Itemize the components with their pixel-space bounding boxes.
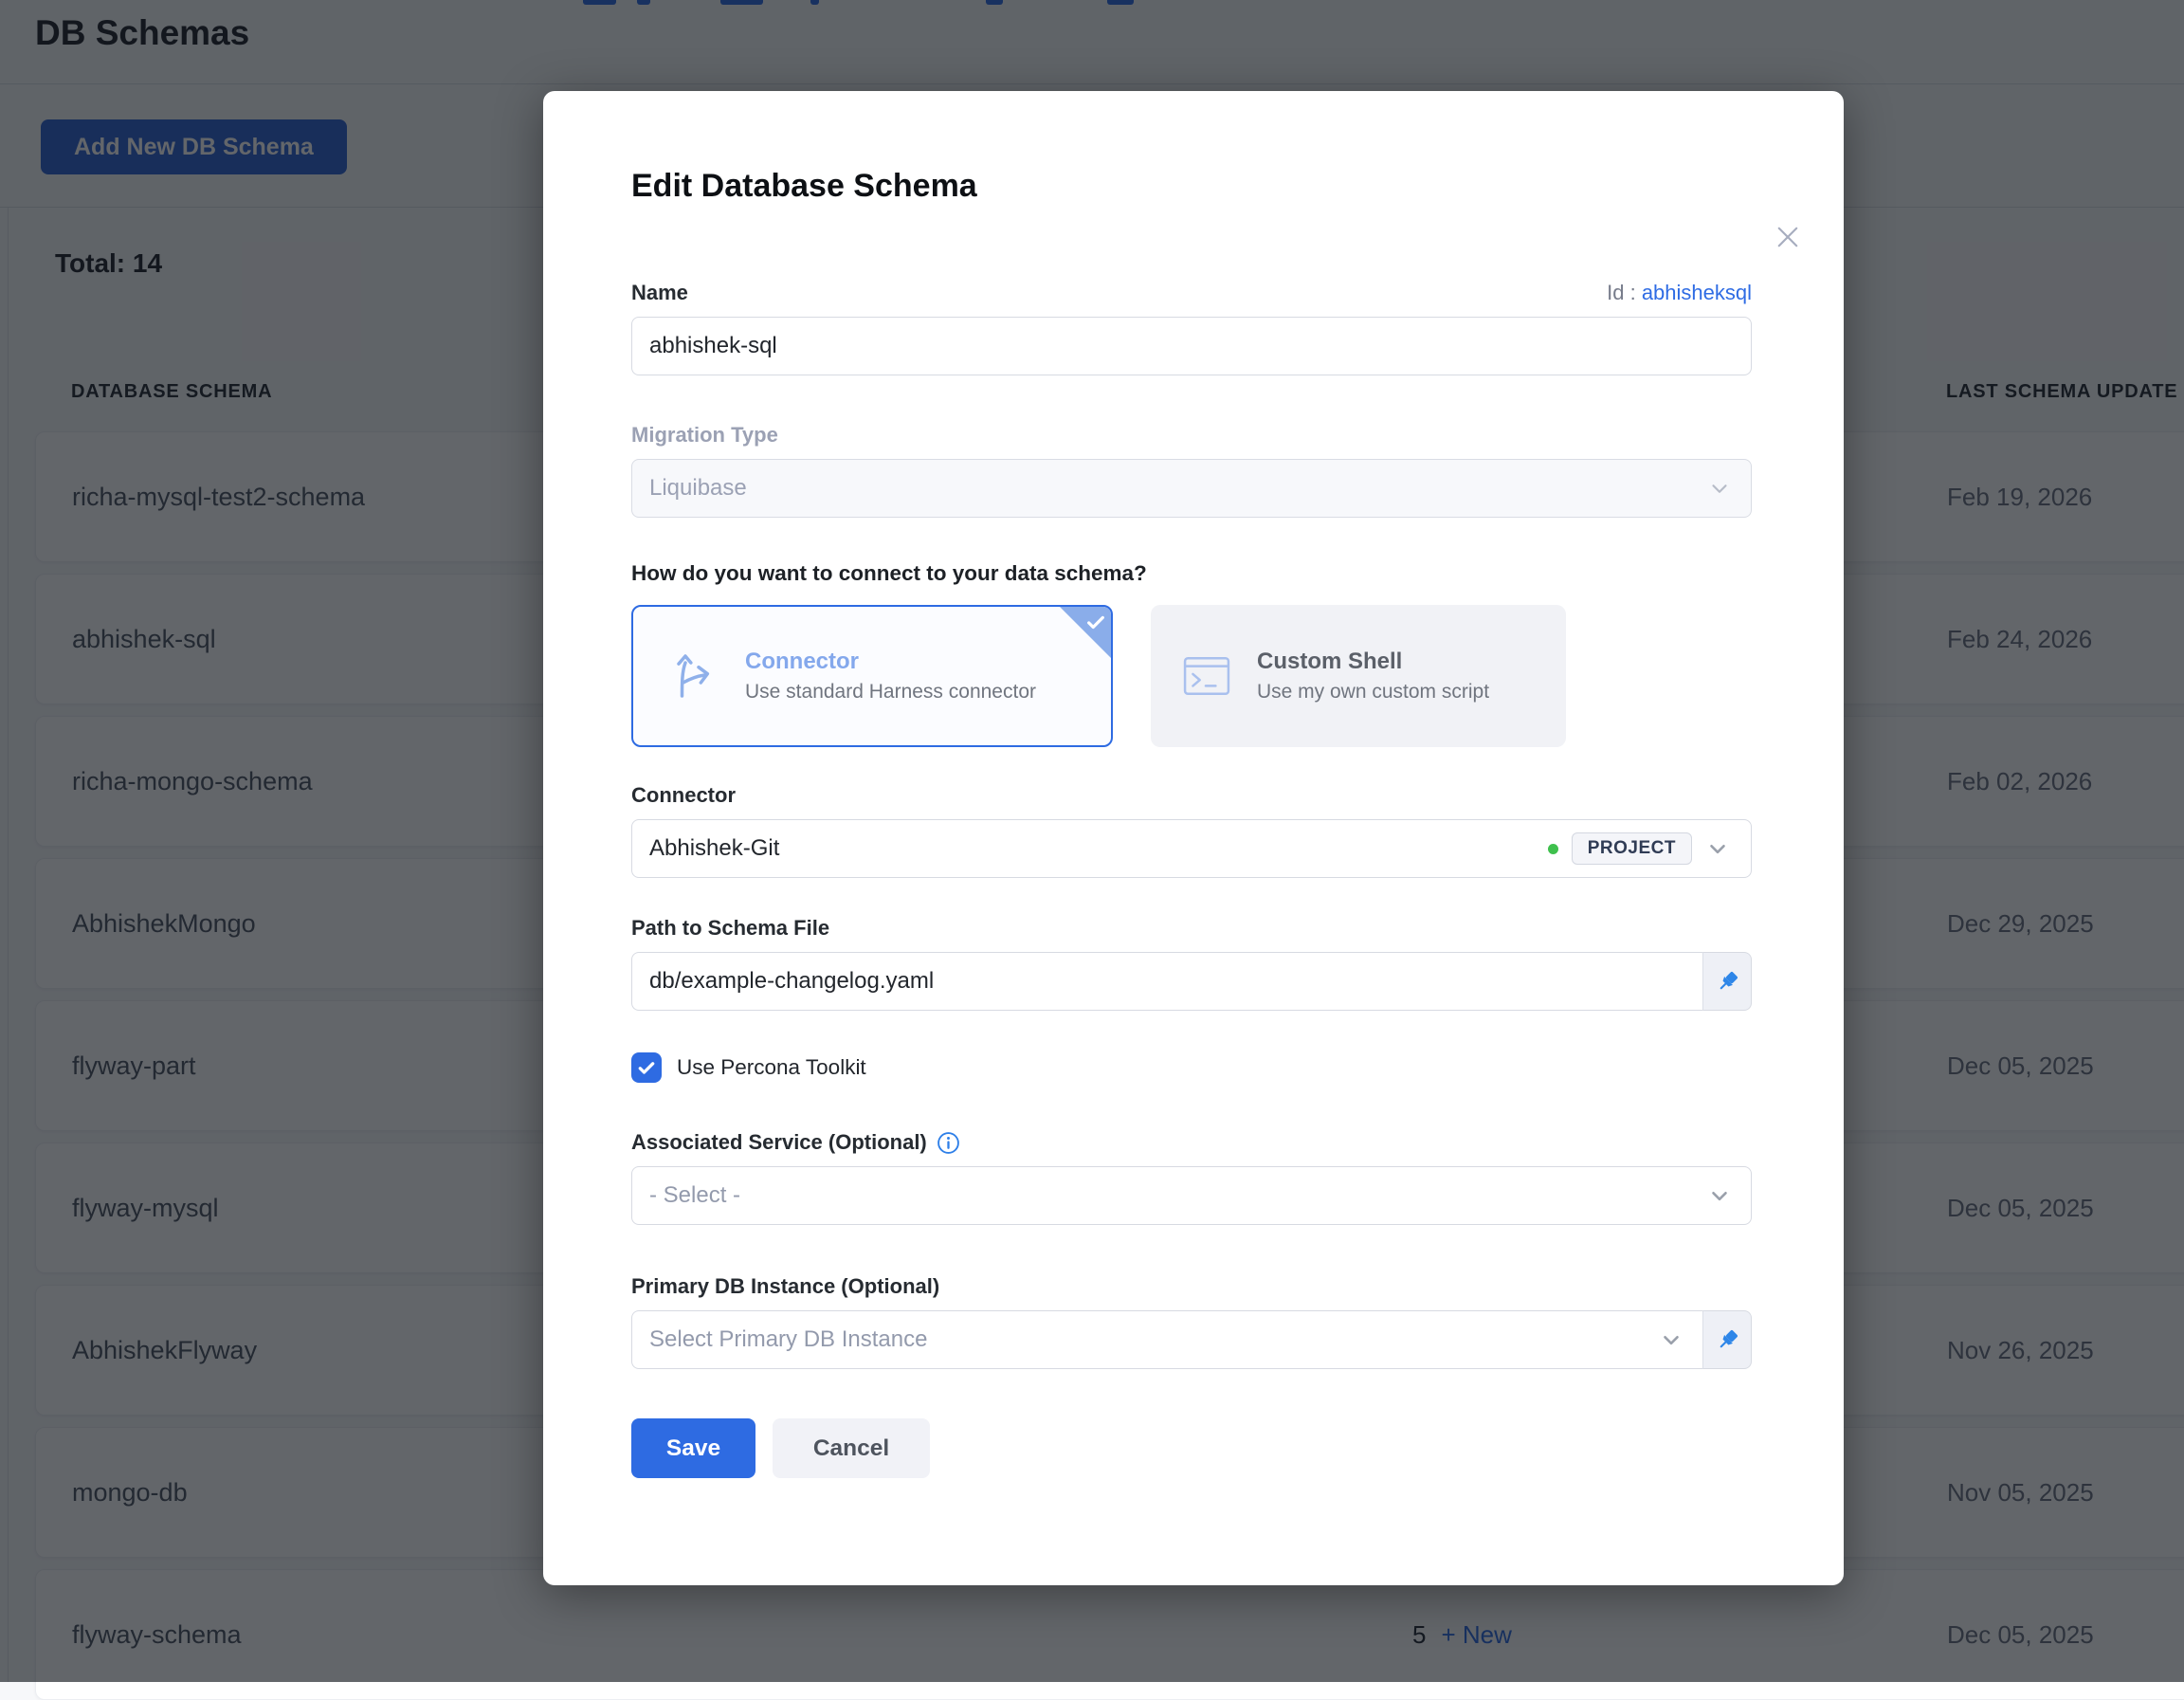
percona-toolkit-label: Use Percona Toolkit [677,1055,866,1080]
custom-shell-option-subtitle: Use my own custom script [1257,681,1489,704]
custom-shell-option-card[interactable]: Custom Shell Use my own custom script [1151,605,1566,747]
connector-value: Abhishek-Git [649,835,779,862]
name-label: Name [631,281,688,305]
migration-type-select: Liquibase [631,459,1752,518]
close-icon [1772,221,1804,253]
migration-type-value: Liquibase [649,475,747,502]
name-input[interactable] [631,317,1752,375]
primary-db-instance-group: Select Primary DB Instance [631,1310,1752,1369]
connector-label: Connector [631,783,1752,808]
terminal-icon [1183,655,1230,697]
save-button[interactable]: Save [631,1418,755,1478]
chevron-down-icon [1707,1183,1732,1208]
associated-service-select[interactable]: - Select - [631,1166,1752,1225]
pin-icon [1715,1327,1740,1353]
info-icon[interactable] [937,1131,960,1155]
connector-select[interactable]: Abhishek-Git PROJECT [631,819,1752,878]
dialog-title: Edit Database Schema [631,167,1752,205]
scope-badge: PROJECT [1572,832,1692,865]
chevron-down-icon [1707,476,1732,501]
close-button[interactable] [1769,218,1807,256]
primary-db-instance-placeholder: Select Primary DB Instance [649,1326,927,1353]
connector-option-card[interactable]: Connector Use standard Harness connector [631,605,1113,747]
id-value-link[interactable]: abhisheksql [1642,281,1752,304]
identifier-line: Id : abhisheksql [1607,281,1752,305]
percona-toolkit-row: Use Percona Toolkit [631,1052,1752,1083]
path-input[interactable] [631,952,1702,1011]
primary-db-instance-select[interactable]: Select Primary DB Instance [631,1310,1702,1369]
pin-runtime-input-button[interactable] [1702,952,1752,1011]
primary-db-instance-label: Primary DB Instance (Optional) [631,1274,1752,1299]
chevron-down-icon [1705,836,1730,861]
id-prefix: Id : [1607,281,1636,304]
status-dot-icon [1548,844,1558,854]
connector-option-subtitle: Use standard Harness connector [745,681,1036,704]
connection-options: Connector Use standard Harness connector [631,605,1752,747]
check-icon [637,1058,656,1077]
connect-question-label: How do you want to connect to your data … [631,561,1752,586]
associated-service-label: Associated Service (Optional) [631,1130,927,1155]
chevron-down-icon [1659,1327,1684,1352]
custom-shell-option-title: Custom Shell [1257,649,1489,675]
associated-service-placeholder: - Select - [649,1182,740,1209]
branch-arrows-icon [665,649,719,703]
percona-toolkit-checkbox[interactable] [631,1052,662,1083]
pin-runtime-input-button[interactable] [1702,1310,1752,1369]
edit-database-schema-dialog: Edit Database Schema Name Id : abhisheks… [543,91,1844,1585]
migration-type-label: Migration Type [631,423,1752,448]
check-icon [1085,612,1106,637]
pin-icon [1715,969,1740,995]
path-label: Path to Schema File [631,916,1752,941]
path-input-group [631,952,1752,1011]
connector-option-title: Connector [745,649,1036,675]
cancel-button[interactable]: Cancel [773,1418,930,1478]
